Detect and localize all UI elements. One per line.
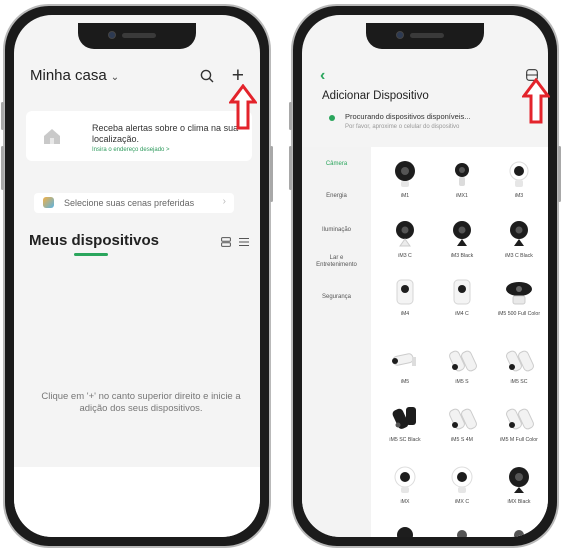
dome-camera-icon: [451, 466, 473, 493]
product-item[interactable]: iM4: [376, 271, 434, 329]
home-screen: Minha casa ⌄ + Receba alertas sobre o cli…: [14, 15, 260, 537]
scenes-icon: [43, 197, 54, 208]
product-item[interactable]: iM4 C: [433, 271, 491, 329]
product-label: iM3 Black: [450, 253, 474, 259]
category-sidebar: Câmera Energia Iluminação Lar e Entreten…: [302, 147, 371, 537]
product-label: iM3 C: [398, 253, 412, 259]
searching-text: Procurando dispositivos disponíveis...: [345, 112, 471, 121]
product-item[interactable]: iM5 500 Full Color: [490, 271, 548, 329]
product-item-partial[interactable]: [376, 519, 434, 537]
product-item[interactable]: iM5 SC Black: [376, 397, 434, 455]
dome-camera-icon: [509, 161, 529, 187]
annotation-arrow-up-icon: [522, 78, 550, 124]
product-item-partial[interactable]: [490, 519, 548, 537]
annotation-arrow-up-icon: [229, 84, 257, 130]
product-label: iM1: [400, 193, 410, 199]
chevron-right-icon: ›: [222, 196, 226, 207]
product-label: iM4 C: [455, 311, 469, 317]
home-header: Minha casa ⌄ +: [30, 65, 250, 91]
weather-card[interactable]: Receba alertas sobre o clima na sua loca…: [26, 111, 252, 161]
page-title: Adicionar Dispositivo: [322, 90, 429, 102]
category-energy[interactable]: Energia: [302, 193, 371, 200]
product-item[interactable]: iMX1: [433, 153, 491, 211]
dome-camera-icon: [395, 161, 415, 187]
product-label: iMX Black: [507, 499, 531, 505]
weather-address-link[interactable]: Insira o endereço desejado >: [92, 147, 170, 153]
product-label: iM3 C Black: [505, 253, 533, 259]
product-item[interactable]: iM3 C: [376, 213, 434, 271]
product-item[interactable]: iM5 SC: [490, 339, 548, 397]
phone-add-device: ‹ Adicionar Dispositivo Procurando dispo…: [289, 4, 561, 548]
bullet-camera-icon: [392, 353, 416, 366]
product-item[interactable]: iM5 M Full Color: [490, 397, 548, 455]
bullet-camera-black-icon: [392, 407, 416, 429]
house-icon: [44, 129, 60, 144]
search-icon[interactable]: [200, 69, 214, 83]
stand-camera-icon: [396, 221, 414, 247]
mini-camera-icon: [455, 163, 469, 186]
bullet-camera-icon: [449, 350, 477, 372]
cube-camera-icon: [453, 279, 471, 305]
cube-camera-icon: [396, 279, 414, 305]
category-security[interactable]: Segurança: [302, 294, 371, 301]
devices-title: Meus dispositivos: [29, 232, 160, 249]
bullet-camera-icon: [449, 408, 477, 430]
bottom-area: [14, 467, 260, 537]
category-home-entertainment[interactable]: Lar e Entretenimento: [302, 255, 371, 269]
product-item[interactable]: iM3 Black: [433, 213, 491, 271]
back-arrow-icon[interactable]: ‹: [320, 67, 325, 85]
camera-icon: [514, 530, 524, 537]
add-device-icon[interactable]: +: [232, 65, 244, 86]
product-item[interactable]: iMX: [376, 459, 434, 517]
product-label: iMX: [400, 499, 410, 505]
empty-devices-message: Clique em '+' no canto superior direito …: [41, 391, 241, 414]
product-item[interactable]: iM5 S 4M: [433, 397, 491, 455]
category-lighting[interactable]: Iluminação: [302, 227, 371, 234]
scenes-card[interactable]: Selecione suas cenas preferidas ›: [34, 193, 234, 213]
camera-icon: [457, 530, 467, 537]
grid-view-icon[interactable]: [221, 237, 231, 247]
add-device-screen: ‹ Adicionar Dispositivo Procurando dispo…: [302, 15, 548, 537]
product-label: iM5: [400, 379, 410, 385]
stand-camera-black-icon: [453, 221, 471, 246]
searching-indicator: [329, 115, 335, 121]
product-item[interactable]: iMX C: [433, 459, 491, 517]
product-label: iM5 500 Full Color: [497, 311, 541, 317]
product-label: iM5 S: [455, 379, 469, 385]
product-item[interactable]: iM3 C Black: [490, 213, 548, 271]
product-item[interactable]: iM1: [376, 153, 434, 211]
product-label: iM5 SC: [510, 379, 528, 385]
bullet-camera-icon: [506, 350, 534, 372]
product-label: iM4: [400, 311, 410, 317]
searching-hint: Por favor, aproxime o celular do disposi…: [345, 124, 460, 130]
pan-tilt-camera-icon: [506, 282, 532, 305]
category-camera[interactable]: Câmera: [302, 161, 371, 168]
product-item[interactable]: iMX Black: [490, 459, 548, 517]
product-label: iM5 SC Black: [389, 437, 421, 443]
product-item[interactable]: iM5: [376, 339, 434, 397]
devices-tab-indicator: [74, 253, 108, 256]
chevron-down-icon: ⌄: [110, 72, 120, 83]
home-title: Minha casa: [30, 67, 107, 84]
camera-icon: [397, 527, 413, 537]
product-label: iMX1: [456, 193, 468, 199]
dome-camera-black-icon: [509, 467, 529, 493]
composite-screenshot: Minha casa ⌄ + Receba alertas sobre o cli…: [0, 0, 561, 550]
product-label: iMX C: [454, 499, 470, 505]
bullet-camera-icon: [506, 408, 534, 430]
product-label: iM5 M Full Color: [500, 437, 538, 443]
home-selector[interactable]: Minha casa ⌄: [30, 67, 119, 84]
product-item-partial[interactable]: [433, 519, 491, 537]
scenes-text: Selecione suas cenas preferidas: [64, 198, 195, 208]
product-label: iM3: [514, 193, 524, 199]
product-label: iM5 S 4M: [451, 437, 473, 443]
product-item[interactable]: iM3: [490, 153, 548, 211]
product-item[interactable]: iM5 S: [433, 339, 491, 397]
product-grid: iM1 iMX1 iM3 iM3 C iM3 Black iM3 C Black…: [371, 147, 548, 537]
stand-camera-black-icon: [510, 221, 528, 246]
list-view-icon[interactable]: [239, 237, 249, 247]
dome-camera-icon: [394, 466, 416, 493]
